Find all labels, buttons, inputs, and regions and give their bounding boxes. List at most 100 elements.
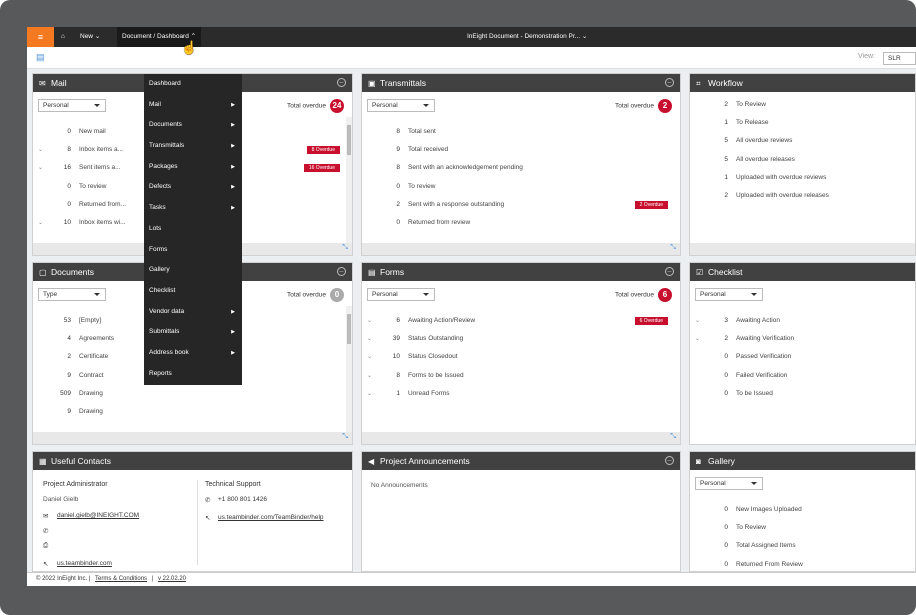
- menu-item-vendor-data[interactable]: Vendor data ▶: [144, 302, 242, 323]
- expand-chevron-icon[interactable]: ⌄: [367, 330, 372, 348]
- home-icon[interactable]: ⌂: [61, 27, 65, 47]
- expand-chevron-icon[interactable]: ⌄: [367, 385, 372, 403]
- overdue-badge[interactable]: 16 Overdue: [303, 164, 340, 173]
- list-item[interactable]: ⌄ 10 Status Closedout: [362, 348, 680, 366]
- item-label[interactable]: To Release: [736, 114, 769, 132]
- list-item[interactable]: 5 All overdue reviews: [690, 132, 915, 150]
- item-label[interactable]: To review: [408, 178, 435, 196]
- menu-item-lots[interactable]: Lots: [144, 219, 242, 240]
- item-label[interactable]: Passed Verification: [736, 348, 791, 366]
- item-label[interactable]: New mail: [79, 123, 106, 141]
- list-item[interactable]: 1 To Release: [690, 114, 915, 132]
- list-item[interactable]: 8 Sent with an acknowledgement pending: [362, 159, 680, 177]
- list-item[interactable]: 0 Returned from review: [362, 214, 680, 232]
- list-item[interactable]: 8 Total sent: [362, 123, 680, 141]
- resize-icon[interactable]: ⤡: [342, 244, 348, 252]
- menu-item-gallery[interactable]: Gallery: [144, 260, 242, 281]
- list-item[interactable]: 0 Passed Verification: [690, 348, 915, 366]
- item-label[interactable]: All overdue releases: [736, 151, 795, 169]
- item-label[interactable]: Total sent: [408, 123, 436, 141]
- list-item[interactable]: 0 Failed Verification: [690, 367, 915, 385]
- item-label[interactable]: Awaiting Verification: [736, 330, 794, 348]
- collapse-icon[interactable]: –: [665, 78, 674, 87]
- menu-item-transmittals[interactable]: Transmittals ▶: [144, 136, 242, 157]
- list-item[interactable]: 5 All overdue releases: [690, 151, 915, 169]
- item-label[interactable]: Agreements: [79, 330, 114, 348]
- item-label[interactable]: [Empty]: [79, 312, 101, 330]
- list-item[interactable]: 509 Drawing: [33, 385, 352, 403]
- item-label[interactable]: Certificate: [79, 348, 108, 366]
- transmittals-filter-select[interactable]: Personal: [367, 99, 435, 112]
- overdue-badge[interactable]: 6 Overdue: [634, 317, 668, 325]
- list-item[interactable]: ⌄ 1 Unread Forms: [362, 385, 680, 403]
- expand-chevron-icon[interactable]: ⌄: [38, 214, 43, 232]
- item-label[interactable]: New Images Uploaded: [736, 501, 802, 519]
- list-item[interactable]: ⌄ 39 Status Outstanding: [362, 330, 680, 348]
- menu-item-mail[interactable]: Mail ▶: [144, 95, 242, 116]
- item-label[interactable]: Returned from...: [79, 196, 126, 214]
- new-menu-button[interactable]: New ⌄: [80, 27, 100, 47]
- item-label[interactable]: Inbox items wi...: [79, 214, 126, 232]
- overdue-count-badge[interactable]: 24: [330, 99, 344, 113]
- item-label[interactable]: Total received: [408, 141, 448, 159]
- support-help-link[interactable]: us.teambinder.com/TeamBinder/help: [218, 514, 324, 521]
- list-item[interactable]: 0 New Images Uploaded: [690, 501, 915, 519]
- expand-chevron-icon[interactable]: ⌄: [38, 159, 43, 177]
- item-label[interactable]: All overdue reviews: [736, 132, 792, 150]
- item-label[interactable]: Returned from review: [408, 214, 470, 232]
- expand-chevron-icon[interactable]: ⌄: [367, 367, 372, 385]
- terms-link[interactable]: Terms & Conditions: [95, 576, 147, 582]
- overdue-count-badge[interactable]: 2: [658, 99, 672, 113]
- forms-filter-select[interactable]: Personal: [367, 288, 435, 301]
- list-item[interactable]: 0 To be Issued: [690, 385, 915, 403]
- list-item[interactable]: ⌄ 8 Forms to be Issued: [362, 367, 680, 385]
- gallery-filter-select[interactable]: Personal: [695, 477, 763, 490]
- menu-item-forms[interactable]: Forms: [144, 240, 242, 261]
- expand-chevron-icon[interactable]: ⌄: [367, 312, 372, 330]
- menu-item-reports[interactable]: Reports: [144, 364, 242, 385]
- item-label[interactable]: Status Outstanding: [408, 330, 463, 348]
- collapse-icon[interactable]: –: [337, 78, 346, 87]
- item-label[interactable]: To Review: [736, 519, 766, 537]
- resize-icon[interactable]: ⤡: [342, 433, 348, 441]
- item-label[interactable]: Drawing: [79, 385, 103, 403]
- list-item[interactable]: 0 To Review: [690, 519, 915, 537]
- resize-icon[interactable]: ⤡: [670, 433, 676, 441]
- list-item[interactable]: ⌄ 2 Awaiting Verification: [690, 330, 915, 348]
- admin-email-link[interactable]: daniel.gielb@INEIGHT.COM: [57, 512, 139, 519]
- menu-item-packages[interactable]: Packages ▶: [144, 157, 242, 178]
- admin-website-link[interactable]: us.teambinder.com: [57, 560, 112, 567]
- list-item[interactable]: 2 Sent with a response outstanding 2 Overd…: [362, 196, 680, 214]
- menu-item-defects[interactable]: Defects ▶: [144, 177, 242, 198]
- menu-item-dashboard[interactable]: Dashboard: [144, 74, 242, 95]
- menu-item-tasks[interactable]: Tasks ▶: [144, 198, 242, 219]
- project-title[interactable]: InEight Document - Demonstration Pr... ⌄: [467, 27, 587, 47]
- view-select[interactable]: SLR: [883, 52, 916, 65]
- item-label[interactable]: Awaiting Action: [736, 312, 780, 330]
- list-item[interactable]: 0 Total Assigned Items: [690, 537, 915, 555]
- mail-filter-select[interactable]: Personal: [38, 99, 106, 112]
- item-label[interactable]: Drawing: [79, 403, 103, 421]
- item-label[interactable]: Contract: [79, 367, 104, 385]
- expand-chevron-icon[interactable]: ⌄: [695, 330, 700, 348]
- menu-item-address-book[interactable]: Address book ▶: [144, 343, 242, 364]
- checklist-filter-select[interactable]: Personal: [695, 288, 763, 301]
- item-label[interactable]: Sent with a response outstanding: [408, 196, 504, 214]
- item-label[interactable]: To review: [79, 178, 106, 196]
- item-label[interactable]: Awaiting Action/Review: [408, 312, 475, 330]
- scrollbar[interactable]: [346, 117, 352, 243]
- list-item[interactable]: ⌄ 3 Awaiting Action: [690, 312, 915, 330]
- item-label[interactable]: Sent with an acknowledgement pending: [408, 159, 523, 177]
- list-item[interactable]: 2 To Review: [690, 96, 915, 114]
- scrollbar[interactable]: [346, 306, 352, 432]
- collapse-icon[interactable]: –: [665, 456, 674, 465]
- resize-icon[interactable]: ⤡: [670, 244, 676, 252]
- overdue-badge[interactable]: 8 Overdue: [306, 146, 340, 155]
- item-label[interactable]: Uploaded with overdue releases: [736, 187, 829, 205]
- item-label[interactable]: Total Assigned Items: [736, 537, 796, 555]
- list-item[interactable]: 9 Drawing: [33, 403, 352, 421]
- item-label[interactable]: Uploaded with overdue reviews: [736, 169, 826, 187]
- menu-item-submittals[interactable]: Submittals ▶: [144, 322, 242, 343]
- item-label[interactable]: Status Closedout: [408, 348, 458, 366]
- list-item[interactable]: 0 To review: [362, 178, 680, 196]
